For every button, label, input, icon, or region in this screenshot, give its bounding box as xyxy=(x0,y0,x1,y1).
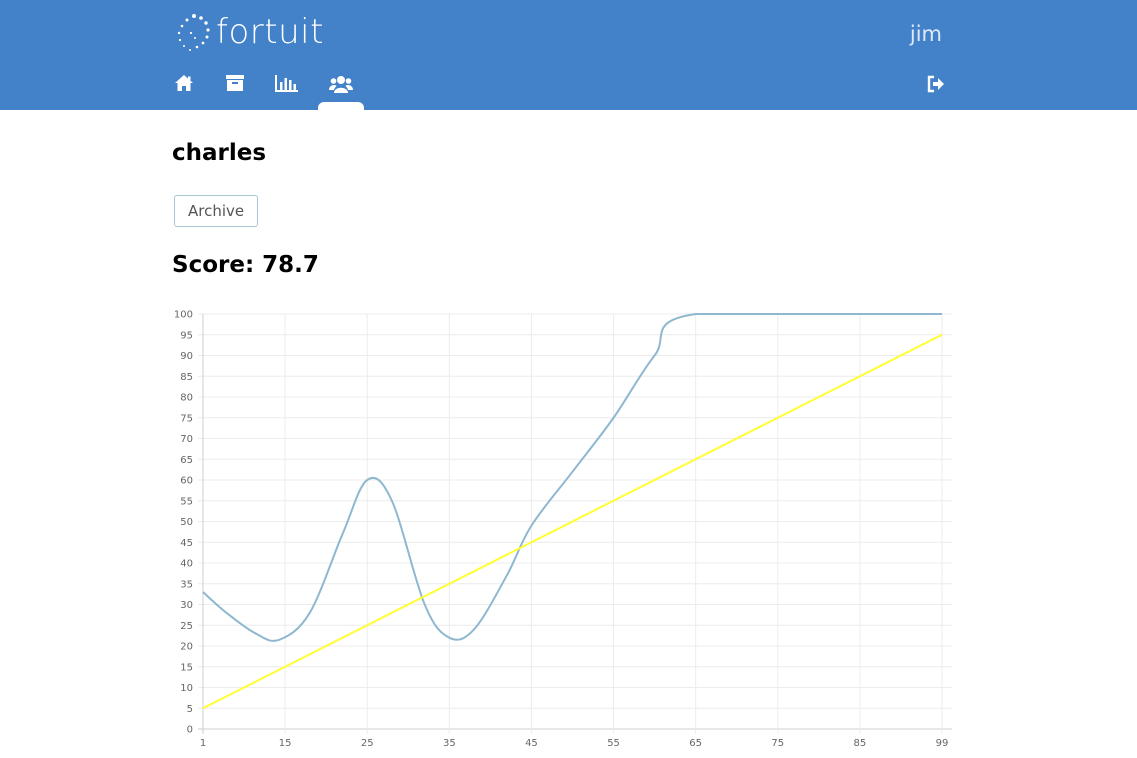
y-tick-label: 85 xyxy=(180,372,193,383)
y-tick-label: 65 xyxy=(180,455,193,466)
nav-statistics[interactable] xyxy=(264,70,310,110)
logout-icon xyxy=(927,75,944,93)
y-tick-label: 10 xyxy=(180,683,193,694)
y-tick-label: 90 xyxy=(180,351,193,362)
y-tick-label: 30 xyxy=(180,600,193,611)
fortuit-logo[interactable]: fortuit xyxy=(174,10,324,54)
y-tick-label: 95 xyxy=(180,330,193,341)
y-tick-label: 0 xyxy=(187,725,193,736)
y-tick-label: 25 xyxy=(180,621,193,632)
y-tick-label: 40 xyxy=(180,559,193,570)
archive-icon xyxy=(226,75,244,91)
x-tick-label: 1 xyxy=(200,738,206,749)
archive-button[interactable]: Archive xyxy=(174,195,259,227)
users-icon xyxy=(329,76,353,93)
y-tick-label: 55 xyxy=(180,496,193,507)
y-tick-label: 70 xyxy=(180,434,193,445)
y-tick-label: 75 xyxy=(180,413,193,424)
nav-users[interactable] xyxy=(318,70,364,110)
x-tick-label: 45 xyxy=(525,738,538,749)
y-tick-label: 60 xyxy=(180,476,193,487)
x-tick-label: 75 xyxy=(771,738,784,749)
y-tick-label: 45 xyxy=(180,538,193,549)
y-tick-label: 100 xyxy=(174,310,193,321)
y-tick-label: 5 xyxy=(187,704,193,715)
score-heading: Score: 78.7 xyxy=(172,252,319,278)
x-tick-label: 65 xyxy=(689,738,702,749)
logout-button[interactable] xyxy=(926,74,950,96)
x-tick-label: 55 xyxy=(607,738,620,749)
x-tick-label: 99 xyxy=(936,738,949,749)
nav-archive[interactable] xyxy=(212,70,258,110)
x-tick-label: 85 xyxy=(854,738,867,749)
y-tick-label: 15 xyxy=(180,662,193,673)
home-icon xyxy=(175,75,193,91)
x-tick-label: 35 xyxy=(443,738,456,749)
top-navbar: fortuit jim xyxy=(0,0,1137,110)
bar-chart-icon xyxy=(275,75,298,92)
x-tick-label: 25 xyxy=(361,738,374,749)
nav-home[interactable] xyxy=(161,70,207,110)
current-user[interactable]: jim xyxy=(910,22,942,46)
y-tick-label: 35 xyxy=(180,579,193,590)
x-tick-label: 15 xyxy=(279,738,292,749)
profile-name: charles xyxy=(172,140,267,166)
score-chart: 0 5 10 15 20 25 30 35 40 45 50 55 60 65 70 75 80 85 90 95 10… xyxy=(174,310,952,749)
series-line-0 xyxy=(202,313,942,642)
y-tick-label: 50 xyxy=(180,517,193,528)
logo-dots-icon xyxy=(177,14,210,51)
y-tick-label: 20 xyxy=(180,642,193,653)
y-tick-label: 80 xyxy=(180,393,193,404)
logo-text: fortuit xyxy=(216,12,324,52)
